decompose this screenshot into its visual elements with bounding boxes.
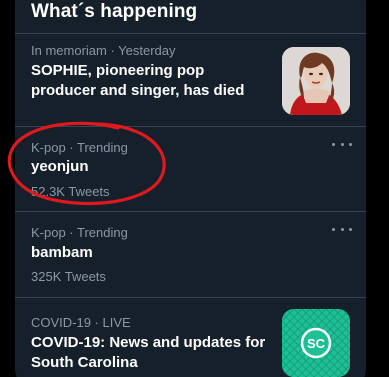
portrait-photo [282, 47, 350, 115]
panel-header: What´s happening [15, 0, 366, 34]
more-options-icon[interactable] [332, 139, 352, 149]
trend-meta: K-pop · Trending [31, 140, 128, 155]
trend-thumbnail-image: SC [282, 309, 350, 377]
trend-item[interactable]: In memoriam · Yesterday SOPHIE, pioneeri… [15, 34, 366, 127]
trend-meta: In memoriam · Yesterday [31, 43, 176, 58]
panel-title: What´s happening [31, 1, 198, 22]
trend-meta: K-pop · Trending [31, 225, 128, 240]
page: What´s happening In memoriam · Yesterday… [0, 0, 389, 377]
whats-happening-panel: What´s happening In memoriam · Yesterday… [15, 0, 366, 377]
trend-title: SOPHIE, pioneering pop producer and sing… [31, 62, 245, 99]
trend-title: COVID-19: News and updates for South Car… [31, 334, 266, 371]
trend-meta: COVID-19 · LIVE [31, 315, 131, 330]
trend-item[interactable]: K-pop · Trending yeonjun 52.3K Tweets [15, 127, 366, 212]
more-options-icon[interactable] [332, 224, 352, 234]
trend-tweet-count: 325K Tweets [31, 269, 106, 284]
trend-item[interactable]: COVID-19 · LIVE COVID-19: News and updat… [15, 298, 366, 377]
trend-tweet-count: 52.3K Tweets [31, 184, 110, 199]
trend-item[interactable]: K-pop · Trending bambam 325K Tweets [15, 212, 366, 298]
trend-title: bambam [31, 244, 93, 261]
trend-title: yeonjun [31, 158, 89, 175]
trend-thumbnail-image [282, 47, 350, 115]
sc-badge-text: SC [307, 336, 326, 351]
sc-badge-icon: SC [282, 309, 350, 377]
